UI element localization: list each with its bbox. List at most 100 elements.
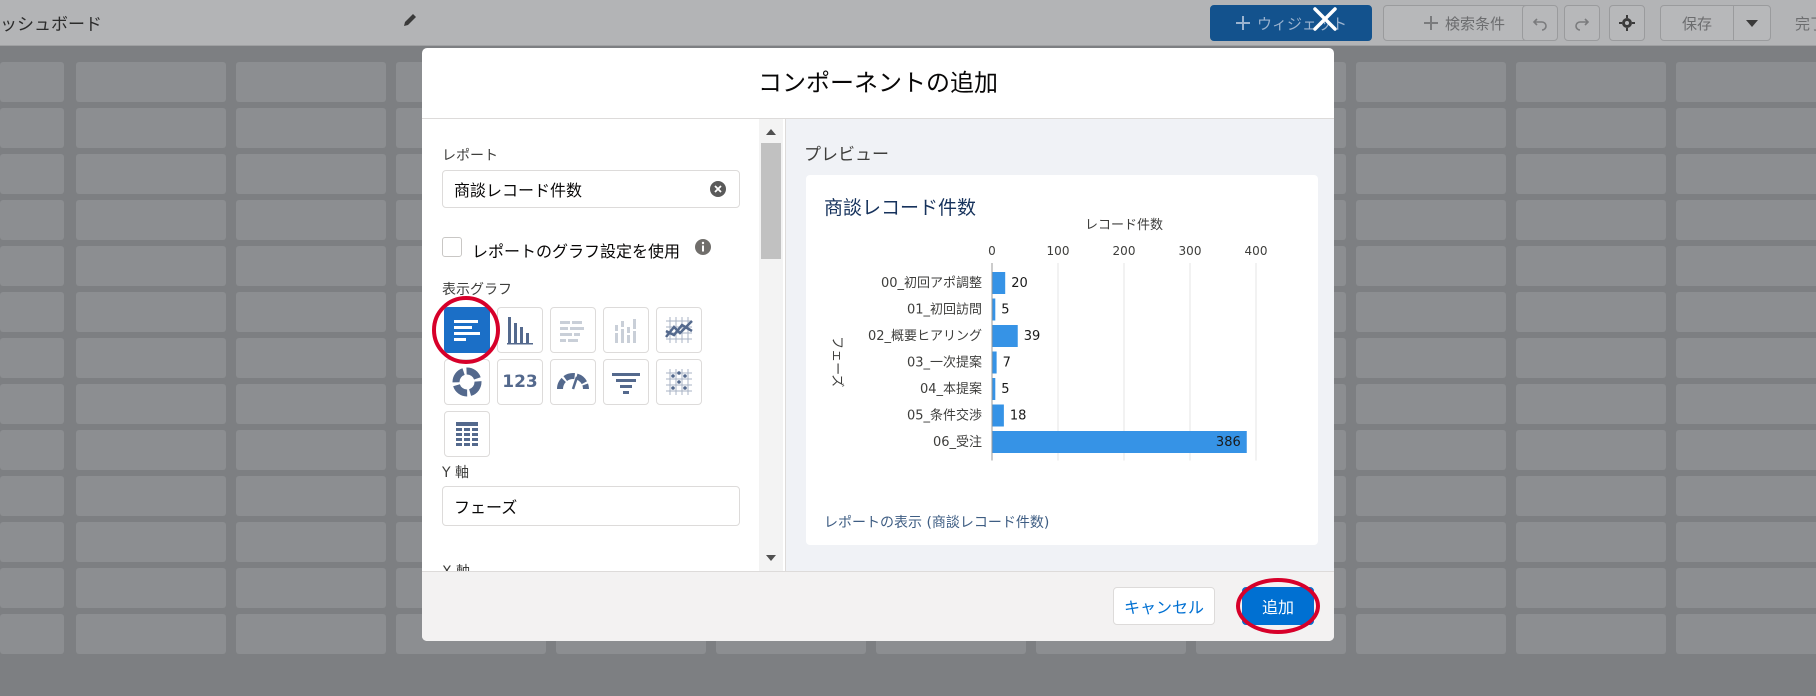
undo-icon	[1532, 18, 1547, 31]
dashboard-grid-cell	[236, 62, 386, 102]
modal-header: コンポーネントの追加	[422, 48, 1334, 119]
filter-button[interactable]: 検索条件	[1383, 5, 1545, 41]
dashboard-grid-cell	[76, 62, 226, 102]
scroll-up-icon[interactable]	[765, 127, 777, 137]
clear-icon[interactable]	[709, 180, 727, 198]
dashboard-grid-cell	[1676, 154, 1816, 194]
plus-icon	[1235, 16, 1250, 30]
preview-bar-chart: レコード件数 0 100 200 300 400 フェーズ 00_初回アポ調整 20 01_初回訪…	[829, 218, 1267, 461]
dashboard-grid-cell	[0, 522, 64, 562]
bar	[992, 431, 1247, 453]
scroll-down-icon[interactable]	[765, 553, 777, 563]
dashboard-grid-cell	[1516, 614, 1666, 654]
y-axis-title: フェーズ	[829, 336, 845, 387]
add-button[interactable]: 追加	[1242, 587, 1314, 625]
dashboard-grid-cell	[236, 154, 386, 194]
settings-button[interactable]	[1609, 5, 1645, 41]
dashboard-grid-cell	[1516, 430, 1666, 470]
use-report-chart-label: レポートのグラフ設定を使用	[472, 242, 681, 261]
chart-type-stacked-horizontal-bar-button[interactable]	[550, 307, 596, 353]
dashboard-grid-cell	[0, 108, 64, 148]
dashboard-grid-cell	[0, 62, 64, 102]
dashboard-grid-cell	[1356, 522, 1506, 562]
info-icon[interactable]	[694, 238, 712, 256]
close-icon[interactable]	[1312, 6, 1338, 32]
preview-pane: プレビュー 商談レコード件数 レコード件数 0 100 200 300 400 フェーズ 00…	[785, 119, 1334, 571]
dashboard-grid-cell	[236, 568, 386, 608]
data-label: 7	[1003, 356, 1011, 371]
dashboard-grid-cell	[0, 476, 64, 516]
chart-type-donut-button[interactable]	[444, 359, 490, 405]
data-label: 39	[1024, 329, 1041, 344]
dashboard-grid-cell	[1676, 200, 1816, 240]
dashboard-grid-cell	[1356, 430, 1506, 470]
use-report-chart-checkbox[interactable]	[442, 237, 462, 257]
dashboard-grid-cell	[76, 200, 226, 240]
dashboard-grid-cell	[0, 614, 64, 654]
dashboard-grid-cell	[76, 338, 226, 378]
y-tick-label: 01_初回訪問	[907, 302, 982, 318]
chart-type-scatter-button[interactable]	[656, 359, 702, 405]
dashboard-grid-cell	[76, 384, 226, 424]
chart-type-vertical-bar-button[interactable]	[497, 307, 543, 353]
dashboard-grid-cell	[0, 154, 64, 194]
dashboard-grid-cell	[1676, 246, 1816, 286]
dashboard-grid-cell	[0, 384, 64, 424]
dashboard-grid-cell	[1516, 200, 1666, 240]
vertical-bar-chart-icon	[507, 317, 533, 345]
y-tick-label: 04_本提案	[920, 381, 982, 397]
preview-card: 商談レコード件数 レコード件数 0 100 200 300 400 フェーズ 00_初回アポ調…	[806, 175, 1318, 545]
modal-title: コンポーネントの追加	[758, 69, 998, 97]
y-tick-label: 06_受注	[933, 435, 982, 450]
dashboard-grid-cell	[1516, 246, 1666, 286]
display-chart-label: 表示グラフ	[442, 282, 512, 298]
data-label: 5	[1001, 303, 1009, 318]
report-input[interactable]: 商談レコード件数	[442, 170, 740, 208]
chart-type-horizontal-bar-button[interactable]	[444, 307, 490, 353]
line-chart-icon	[665, 317, 693, 343]
chart-type-funnel-button[interactable]	[603, 359, 649, 405]
chart-type-table-button[interactable]	[444, 411, 490, 457]
preview-title: プレビュー	[804, 145, 889, 165]
dashboard-grid-cell	[1676, 614, 1816, 654]
dashboard-grid-cell	[236, 338, 386, 378]
chart-type-gauge-button[interactable]	[550, 359, 596, 405]
scroll-thumb[interactable]	[761, 143, 781, 259]
dashboard-grid-cell	[1356, 62, 1506, 102]
save-button[interactable]: 保存	[1660, 5, 1734, 41]
dashboard-grid-cell	[1676, 384, 1816, 424]
redo-button[interactable]	[1564, 5, 1600, 41]
x-axis-label: X 軸	[442, 561, 470, 571]
table-chart-icon	[456, 422, 478, 446]
dashboard-grid-cell	[236, 292, 386, 332]
chart-type-stacked-vertical-bar-button[interactable]	[603, 307, 649, 353]
plus-icon	[1423, 16, 1438, 30]
dashboard-grid-cell	[1676, 522, 1816, 562]
add-widget-button[interactable]: ウィジェット	[1210, 5, 1372, 41]
dashboard-grid-cell	[1676, 430, 1816, 470]
dashboard-grid-cell	[76, 522, 226, 562]
dashboard-grid-cell	[1356, 338, 1506, 378]
chart-type-line-button[interactable]	[656, 307, 702, 353]
dashboard-grid-cell	[236, 522, 386, 562]
y-axis-input[interactable]: フェーズ	[442, 486, 740, 526]
save-menu-button[interactable]	[1733, 5, 1771, 41]
dashboard-grid-cell	[1356, 292, 1506, 332]
y-tick-label: 02_概要ヒアリング	[868, 329, 982, 344]
cancel-button[interactable]: キャンセル	[1113, 587, 1215, 625]
dashboard-grid-cell	[1356, 108, 1506, 148]
chart-type-metric-button[interactable]: 123	[497, 359, 543, 405]
y-tick-label: 05_条件交渉	[907, 408, 982, 424]
x-tick-label: 100	[1047, 244, 1070, 258]
dashboard-grid-cell	[1356, 568, 1506, 608]
gauge-chart-icon	[557, 373, 589, 390]
done-button[interactable]: 完了	[1780, 5, 1816, 41]
view-report-link[interactable]: レポートの表示 (商談レコード件数)	[824, 512, 1049, 532]
undo-button[interactable]	[1522, 5, 1558, 41]
funnel-chart-icon	[612, 373, 640, 394]
dashboard-grid-cell	[236, 108, 386, 148]
dashboard-grid-cell	[1516, 476, 1666, 516]
pencil-icon[interactable]	[402, 12, 418, 28]
dashboard-grid-cell	[1516, 292, 1666, 332]
dashboard-grid-cell	[1676, 338, 1816, 378]
